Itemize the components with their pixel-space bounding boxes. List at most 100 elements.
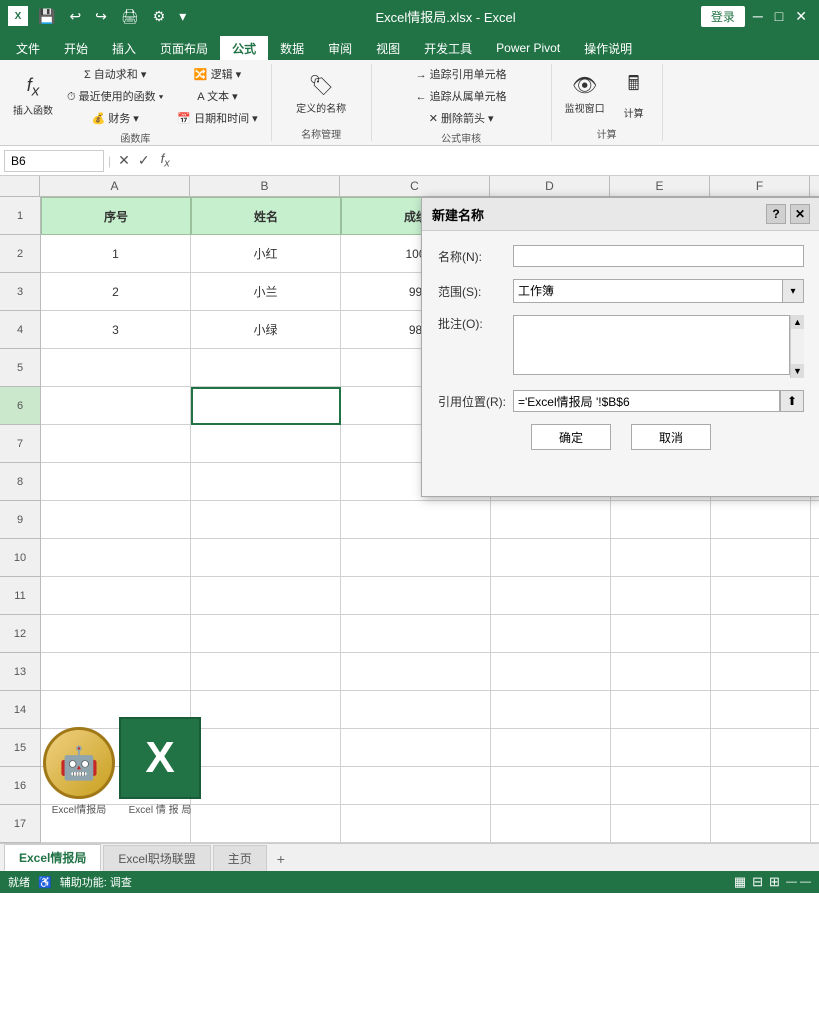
cell-a5[interactable] (41, 349, 191, 387)
name-box[interactable] (4, 150, 104, 172)
row-header-6[interactable]: 6 (0, 387, 40, 425)
cell-a8[interactable] (41, 463, 191, 501)
cell-a4[interactable]: 3 (41, 311, 191, 349)
row-header-17[interactable]: 17 (0, 805, 40, 843)
cell-a2[interactable]: 1 (41, 235, 191, 273)
cell-f11[interactable] (711, 577, 811, 615)
cell-f16[interactable] (711, 767, 811, 805)
cell-a10[interactable] (41, 539, 191, 577)
minimize-btn[interactable]: ─ (749, 6, 767, 26)
row-header-1[interactable]: 1 (0, 197, 40, 235)
tab-file[interactable]: 文件 (4, 36, 52, 60)
cell-b13[interactable] (191, 653, 341, 691)
more-btn[interactable]: ▾ (175, 6, 190, 27)
row-header-15[interactable]: 15 (0, 729, 40, 767)
cell-d9[interactable] (491, 501, 611, 539)
dialog-comment-input[interactable] (513, 315, 790, 375)
undo-btn[interactable]: ↩ (65, 6, 85, 27)
sheet-tab-excel-workplace[interactable]: Excel职场联盟 (103, 845, 210, 871)
cell-b17[interactable] (191, 805, 341, 843)
row-header-10[interactable]: 10 (0, 539, 40, 577)
scroll-up-btn[interactable]: ▲ (791, 315, 804, 329)
close-btn[interactable]: ✕ (791, 6, 811, 27)
tab-data[interactable]: 数据 (268, 36, 316, 60)
tab-home[interactable]: 开始 (52, 36, 100, 60)
save-quick-btn[interactable]: 💾 (34, 6, 59, 27)
cell-g17[interactable] (811, 805, 819, 843)
cell-e9[interactable] (611, 501, 711, 539)
cell-a6[interactable] (41, 387, 191, 425)
dialog-close-btn[interactable]: ✕ (790, 204, 810, 224)
trace-ref-btn[interactable]: → 追踪引用单元格 (411, 64, 512, 84)
cell-b12[interactable] (191, 615, 341, 653)
maximize-btn[interactable]: □ (771, 6, 787, 26)
dialog-cancel-button[interactable]: 取消 (631, 424, 711, 450)
cell-c12[interactable] (341, 615, 491, 653)
tab-powerpivot[interactable]: Power Pivot (484, 36, 572, 60)
row-header-3[interactable]: 3 (0, 273, 40, 311)
redo-btn[interactable]: ↪ (91, 6, 111, 27)
fx-button[interactable]: fx (157, 151, 174, 170)
cell-e13[interactable] (611, 653, 711, 691)
print-btn[interactable]: 🖨 (117, 6, 143, 27)
cell-a9[interactable] (41, 501, 191, 539)
tab-developer[interactable]: 开发工具 (412, 36, 484, 60)
tab-formula[interactable]: 公式 (220, 36, 268, 60)
cell-g10[interactable] (811, 539, 819, 577)
cell-d14[interactable] (491, 691, 611, 729)
cell-b8[interactable] (191, 463, 341, 501)
cell-a7[interactable] (41, 425, 191, 463)
col-header-g[interactable]: G (810, 176, 819, 196)
cell-b3[interactable]: 小兰 (191, 273, 341, 311)
col-header-d[interactable]: D (490, 176, 610, 196)
cell-c17[interactable] (341, 805, 491, 843)
cell-b2[interactable]: 小红 (191, 235, 341, 273)
cancel-formula-btn[interactable]: ✕ (115, 152, 133, 169)
dialog-name-input[interactable] (513, 245, 804, 267)
cell-d17[interactable] (491, 805, 611, 843)
cell-f10[interactable] (711, 539, 811, 577)
cell-e14[interactable] (611, 691, 711, 729)
cell-f15[interactable] (711, 729, 811, 767)
cell-d10[interactable] (491, 539, 611, 577)
cell-d16[interactable] (491, 767, 611, 805)
cell-d11[interactable] (491, 577, 611, 615)
normal-view-btn[interactable]: ▦ (734, 874, 746, 890)
cell-g15[interactable] (811, 729, 819, 767)
cell-c11[interactable] (341, 577, 491, 615)
cell-b11[interactable] (191, 577, 341, 615)
recent-func-btn[interactable]: ⏱ 最近使用的函数 ▾ (62, 86, 168, 106)
insert-function-btn[interactable]: fx 插入函数 (8, 72, 58, 120)
remove-arrow-btn[interactable]: ✕ 删除箭头 ▾ (411, 108, 512, 128)
dialog-scope-select[interactable]: 工作簿 (513, 279, 804, 303)
cell-e17[interactable] (611, 805, 711, 843)
watch-window-btn[interactable]: 👁 监视窗口 (560, 70, 610, 118)
cell-e16[interactable] (611, 767, 711, 805)
cell-g16[interactable] (811, 767, 819, 805)
cell-g12[interactable] (811, 615, 819, 653)
row-header-5[interactable]: 5 (0, 349, 40, 387)
calculate-btn[interactable]: 🖩 计算 (614, 66, 654, 123)
text-btn[interactable]: A 文本 ▾ (172, 86, 262, 106)
autosum-btn[interactable]: Σ 自动求和 ▾ (62, 64, 168, 84)
dialog-ok-button[interactable]: 确定 (531, 424, 611, 450)
cell-a1[interactable]: 序号 (41, 197, 191, 235)
page-break-btn[interactable]: ⊞ (769, 874, 780, 890)
col-header-c[interactable]: C (340, 176, 490, 196)
dialog-help-btn[interactable]: ? (766, 204, 786, 224)
row-header-14[interactable]: 14 (0, 691, 40, 729)
cell-g14[interactable] (811, 691, 819, 729)
cell-d13[interactable] (491, 653, 611, 691)
row-header-16[interactable]: 16 (0, 767, 40, 805)
dialog-scope-arrow[interactable]: ▾ (782, 279, 804, 303)
cell-c13[interactable] (341, 653, 491, 691)
cell-b6[interactable] (191, 387, 341, 425)
dialog-ref-select-btn[interactable]: ⬆ (780, 390, 804, 412)
cell-g9[interactable] (811, 501, 819, 539)
cell-b16[interactable] (191, 767, 341, 805)
row-header-8[interactable]: 8 (0, 463, 40, 501)
cell-a13[interactable] (41, 653, 191, 691)
cell-b1[interactable]: 姓名 (191, 197, 341, 235)
col-header-e[interactable]: E (610, 176, 710, 196)
cell-c14[interactable] (341, 691, 491, 729)
